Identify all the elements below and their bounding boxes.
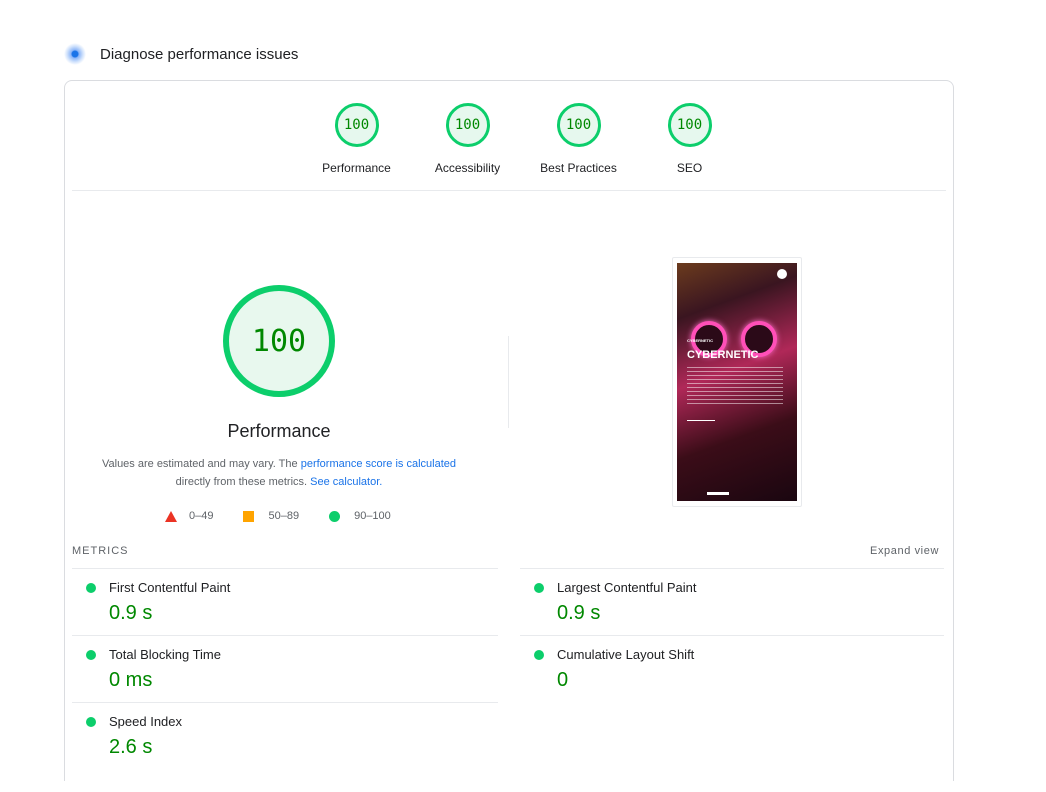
expand-view-toggle[interactable]: Expand view [870, 545, 939, 557]
screenshot-button [687, 415, 715, 421]
legend-pass: 90–100 [329, 510, 391, 522]
metric-value: 0 [557, 669, 569, 691]
metric-name: Cumulative Layout Shift [557, 647, 695, 662]
pass-circle-icon [86, 650, 96, 660]
legend-range: 90–100 [354, 510, 391, 522]
metric-name: First Contentful Paint [109, 580, 231, 595]
menu-icon [777, 269, 787, 279]
circle-icon [329, 510, 341, 522]
gauge-label: Performance [322, 161, 391, 175]
gauge-label: SEO [676, 161, 703, 175]
pass-circle-icon [86, 583, 96, 593]
triangle-icon [165, 510, 177, 522]
screenshot-body-lines [687, 367, 783, 405]
metric-cumulative-layout-shift: Cumulative Layout Shift 0 [520, 635, 944, 702]
square-icon [243, 510, 255, 522]
legend-range: 50–89 [268, 510, 300, 522]
gauge-best-practices[interactable]: 100 Best Practices [523, 103, 634, 175]
legend-fail: 0–49 [165, 510, 213, 522]
gauge-seo[interactable]: 100 SEO [634, 103, 745, 175]
metric-name: Largest Contentful Paint [557, 580, 697, 595]
note-text: Values are estimated and may vary. The [101, 458, 301, 470]
vertical-divider [508, 336, 509, 428]
pass-circle-icon [86, 717, 96, 727]
metric-value: 2.6 s [109, 736, 153, 758]
metric-value: 0.9 s [109, 602, 153, 624]
metric-total-blocking-time: Total Blocking Time 0 ms [72, 635, 498, 702]
screenshot-footer-bar [707, 492, 729, 495]
gauge-label: Accessibility [434, 161, 501, 175]
section-header: Diagnose performance issues [64, 42, 298, 66]
note-text: directly from these metrics. [175, 476, 311, 488]
legend-range: 0–49 [189, 510, 214, 522]
screenshot-small-text: CYBERNETIC [687, 338, 714, 343]
gauge-score: 100 [334, 103, 379, 147]
metric-name: Total Blocking Time [109, 647, 221, 662]
metrics-heading: METRICS [72, 545, 129, 557]
metric-first-contentful-paint: First Contentful Paint 0.9 s [72, 568, 498, 635]
metric-value: 0 ms [109, 669, 153, 691]
score-calculated-link[interactable]: performance score is calculated [301, 458, 456, 470]
gauge-label: Best Practices [540, 161, 617, 175]
metric-speed-index: Speed Index 2.6 s [72, 702, 498, 769]
page-screenshot-thumbnail[interactable]: CYBERNETIC CYBERNETIC [672, 257, 802, 507]
divider [72, 190, 946, 191]
screenshot-image: CYBERNETIC CYBERNETIC [677, 263, 797, 501]
metric-largest-contentful-paint: Largest Contentful Paint 0.9 s [520, 568, 944, 635]
category-gauges: 100 Performance 100 Accessibility 100 Be… [301, 103, 745, 175]
performance-title: Performance [227, 421, 331, 441]
gauge-score: 100 [445, 103, 490, 147]
lighthouse-spinner-icon [64, 43, 86, 65]
section-title: Diagnose performance issues [100, 45, 299, 63]
metric-value: 0.9 s [557, 602, 601, 624]
performance-score-gauge: 100 [223, 285, 335, 397]
gauge-score: 100 [556, 103, 601, 147]
gauge-performance[interactable]: 100 Performance [301, 103, 412, 175]
score-note: Values are estimated and may vary. The p… [85, 455, 473, 491]
pass-circle-icon [534, 650, 544, 660]
legend-average: 50–89 [243, 510, 299, 522]
score-legend: 0–49 50–89 90–100 [165, 510, 421, 522]
pass-circle-icon [534, 583, 544, 593]
gauge-accessibility[interactable]: 100 Accessibility [412, 103, 523, 175]
screenshot-headline: CYBERNETIC [687, 349, 759, 361]
gauge-score: 100 [667, 103, 712, 147]
report-card: 100 Performance 100 Accessibility 100 Be… [64, 80, 954, 781]
see-calculator-link[interactable]: See calculator. [310, 476, 382, 488]
metric-name: Speed Index [109, 714, 183, 729]
